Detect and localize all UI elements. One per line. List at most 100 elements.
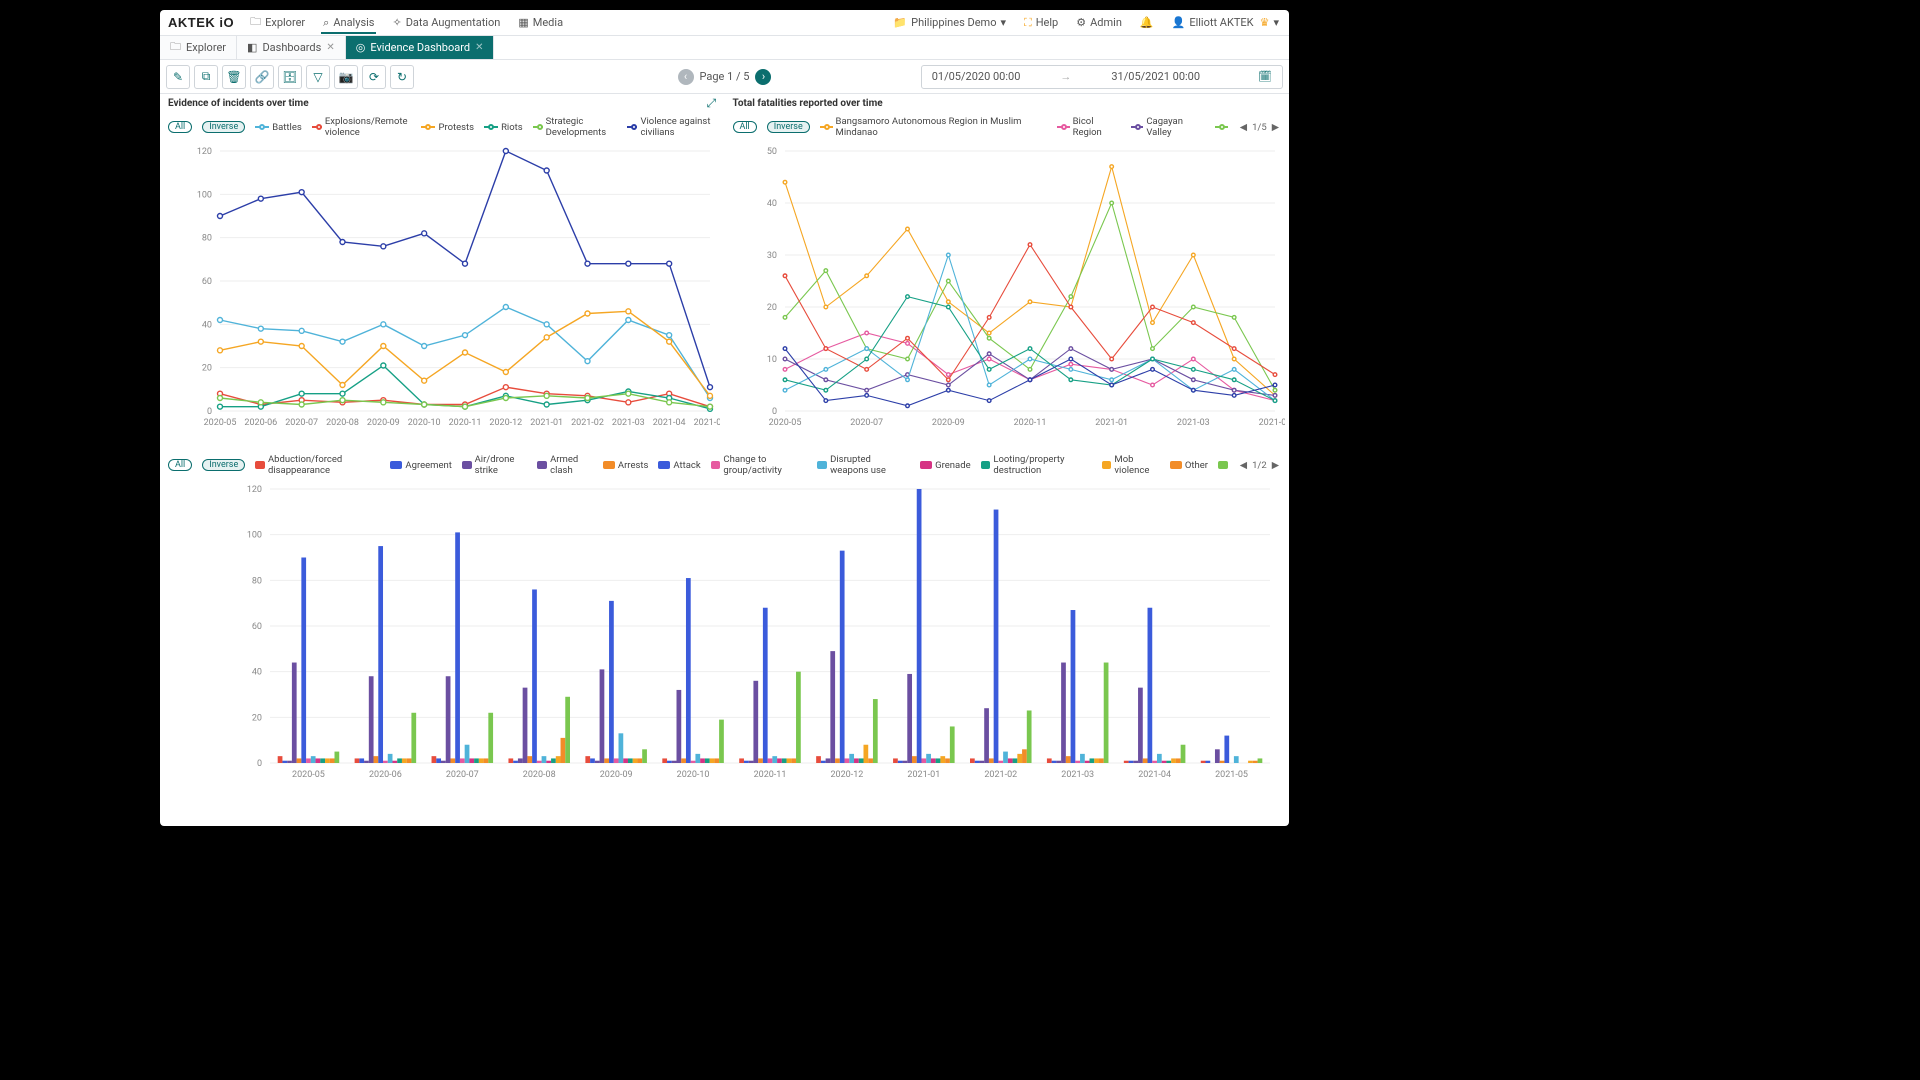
notifications-button[interactable]: 🔔 xyxy=(1138,12,1156,33)
nav-explorer[interactable]: 🗀Explorer xyxy=(248,10,307,36)
legend-inverse-button[interactable]: Inverse xyxy=(202,459,245,471)
legend-item[interactable]: Violence against civilians xyxy=(627,116,716,138)
page-indicator: ‹ Page 1 / 5 › xyxy=(678,69,772,85)
snapshot-button[interactable]: 📷 xyxy=(334,65,358,89)
next-page-button[interactable]: › xyxy=(755,69,771,85)
delete-button[interactable]: 🗑 xyxy=(222,65,246,89)
legend-marker xyxy=(533,123,543,131)
legend-item[interactable]: Mob violence xyxy=(1102,454,1160,476)
legend-marker xyxy=(981,461,991,469)
svg-text:0: 0 xyxy=(207,407,212,417)
help-button[interactable]: ⛶Help xyxy=(1022,12,1060,34)
legend-marker xyxy=(1218,461,1228,469)
svg-text:120: 120 xyxy=(247,485,262,495)
help-icon: ⛶ xyxy=(1024,16,1032,30)
svg-text:2020-08: 2020-08 xyxy=(326,418,359,428)
close-icon[interactable]: ✕ xyxy=(475,42,483,53)
legend-marker xyxy=(537,461,547,469)
wand-icon: ✧ xyxy=(392,16,401,29)
svg-text:2020-09: 2020-09 xyxy=(931,418,964,428)
legend-item[interactable]: Attack xyxy=(658,460,700,471)
svg-text:2020-07: 2020-07 xyxy=(446,770,479,780)
refresh-button[interactable]: ⟳ xyxy=(362,65,386,89)
workspace-selector[interactable]: 📁Philippines Demo ▾ xyxy=(891,12,1008,33)
edit-button[interactable]: ✎ xyxy=(166,65,190,89)
legend-marker xyxy=(1131,123,1144,131)
svg-text:20: 20 xyxy=(202,364,212,374)
legend-page-label: 1/2 xyxy=(1252,460,1267,471)
legend-item[interactable]: Battles xyxy=(255,122,302,133)
filter-button[interactable]: ▽ xyxy=(306,65,330,89)
gear-icon: ⚙ xyxy=(1076,16,1086,29)
legend-item[interactable]: Arrests xyxy=(603,460,649,471)
media-icon: ▦ xyxy=(518,16,528,29)
svg-text:2020-08: 2020-08 xyxy=(523,770,556,780)
user-menu[interactable]: 👤Elliott AKTEK♛ ▾ xyxy=(1170,12,1281,33)
close-icon[interactable]: ✕ xyxy=(326,42,334,53)
legend-item[interactable]: Explosions/Remote violence xyxy=(312,116,412,138)
legend-inverse-button[interactable]: Inverse xyxy=(767,121,810,133)
legend-label: Disrupted weapons use xyxy=(830,454,910,476)
svg-text:2020-07: 2020-07 xyxy=(285,418,318,428)
legend-inverse-button[interactable]: Inverse xyxy=(202,121,245,133)
legend-item[interactable]: Bangsamoro Autonomous Region in Muslim M… xyxy=(820,116,1047,138)
date-range-picker[interactable]: 01/05/2020 00:00 → 31/05/2021 00:00 🗓 xyxy=(921,65,1283,89)
nav-media[interactable]: ▦Media xyxy=(516,12,565,33)
legend-item[interactable]: Protests xyxy=(421,122,474,133)
svg-text:2021-05: 2021-05 xyxy=(1258,418,1284,428)
legend-item[interactable]: Grenade xyxy=(920,460,970,471)
chevron-down-icon: ▾ xyxy=(1273,16,1279,29)
svg-text:2020-05: 2020-05 xyxy=(292,770,325,780)
svg-text:2021-03: 2021-03 xyxy=(1061,770,1094,780)
next-legend-page-button[interactable]: ▶ xyxy=(1270,460,1281,471)
brand-logo: AKTEK iO xyxy=(168,15,234,30)
svg-text:2021-03: 2021-03 xyxy=(1176,418,1209,428)
expand-icon[interactable]: ⤢ xyxy=(707,96,717,111)
redo-button[interactable]: ↻ xyxy=(390,65,414,89)
next-legend-page-button[interactable]: ▶ xyxy=(1270,122,1281,133)
legend-marker xyxy=(462,461,472,469)
legend-item[interactable]: Looting/property destruction xyxy=(981,454,1092,476)
svg-text:40: 40 xyxy=(766,199,776,209)
legend-all-button[interactable]: All xyxy=(168,459,192,471)
legend-item[interactable]: Air/drone strike xyxy=(462,454,528,476)
tab-evidence-dashboard[interactable]: ◎Evidence Dashboard✕ xyxy=(346,36,495,59)
top-navbar: AKTEK iO 🗀Explorer ⌕Analysis ✧Data Augme… xyxy=(160,10,1289,36)
legend-item[interactable]: Change to group/activity xyxy=(711,454,808,476)
user-icon: 👤 xyxy=(1172,16,1186,29)
archive-button[interactable]: 🗄 xyxy=(278,65,302,89)
nav-data-augmentation[interactable]: ✧Data Augmentation xyxy=(390,12,502,33)
tab-explorer[interactable]: 🗀Explorer xyxy=(160,36,237,59)
legend-all-button[interactable]: All xyxy=(733,121,757,133)
prev-page-button[interactable]: ‹ xyxy=(678,69,694,85)
svg-text:10: 10 xyxy=(766,355,776,365)
legend-label: Cagayan Valley xyxy=(1146,116,1205,138)
legend-item[interactable]: Other xyxy=(1170,460,1208,471)
duplicate-button[interactable]: ⧉ xyxy=(194,65,218,89)
legend-item[interactable]: Abduction/forced disappearance xyxy=(255,454,380,476)
crown-icon: ♛ xyxy=(1260,16,1270,29)
legend-item[interactable]: Riots xyxy=(484,122,523,133)
legend-item[interactable]: Armed clash xyxy=(537,454,592,476)
svg-text:2020-12: 2020-12 xyxy=(831,770,864,780)
legend-marker xyxy=(1057,123,1070,131)
tab-dashboards[interactable]: ◧Dashboards✕ xyxy=(237,36,346,59)
prev-legend-page-button[interactable]: ◀ xyxy=(1238,460,1249,471)
chevron-down-icon: ▾ xyxy=(1000,16,1006,29)
legend-item[interactable]: Agreement xyxy=(390,460,451,471)
legend-item[interactable]: Cagayan Valley xyxy=(1131,116,1205,138)
nav-analysis[interactable]: ⌕Analysis xyxy=(321,12,376,34)
legend-item[interactable]: Disrupted weapons use xyxy=(817,454,910,476)
legend-all-button[interactable]: All xyxy=(168,121,192,133)
legend-label: Abduction/forced disappearance xyxy=(268,454,380,476)
link-button[interactable]: 🔗 xyxy=(250,65,274,89)
prev-legend-page-button[interactable]: ◀ xyxy=(1238,122,1249,133)
admin-button[interactable]: ⚙Admin xyxy=(1074,12,1124,33)
legend-item[interactable]: Bicol Region xyxy=(1057,116,1121,138)
legend-item[interactable]: Strategic Developments xyxy=(533,116,618,138)
svg-text:2020-09: 2020-09 xyxy=(367,418,400,428)
svg-text:2020-11: 2020-11 xyxy=(754,770,787,780)
svg-text:50: 50 xyxy=(766,147,776,157)
target-icon: ◎ xyxy=(356,41,366,54)
legend-marker xyxy=(627,123,637,131)
